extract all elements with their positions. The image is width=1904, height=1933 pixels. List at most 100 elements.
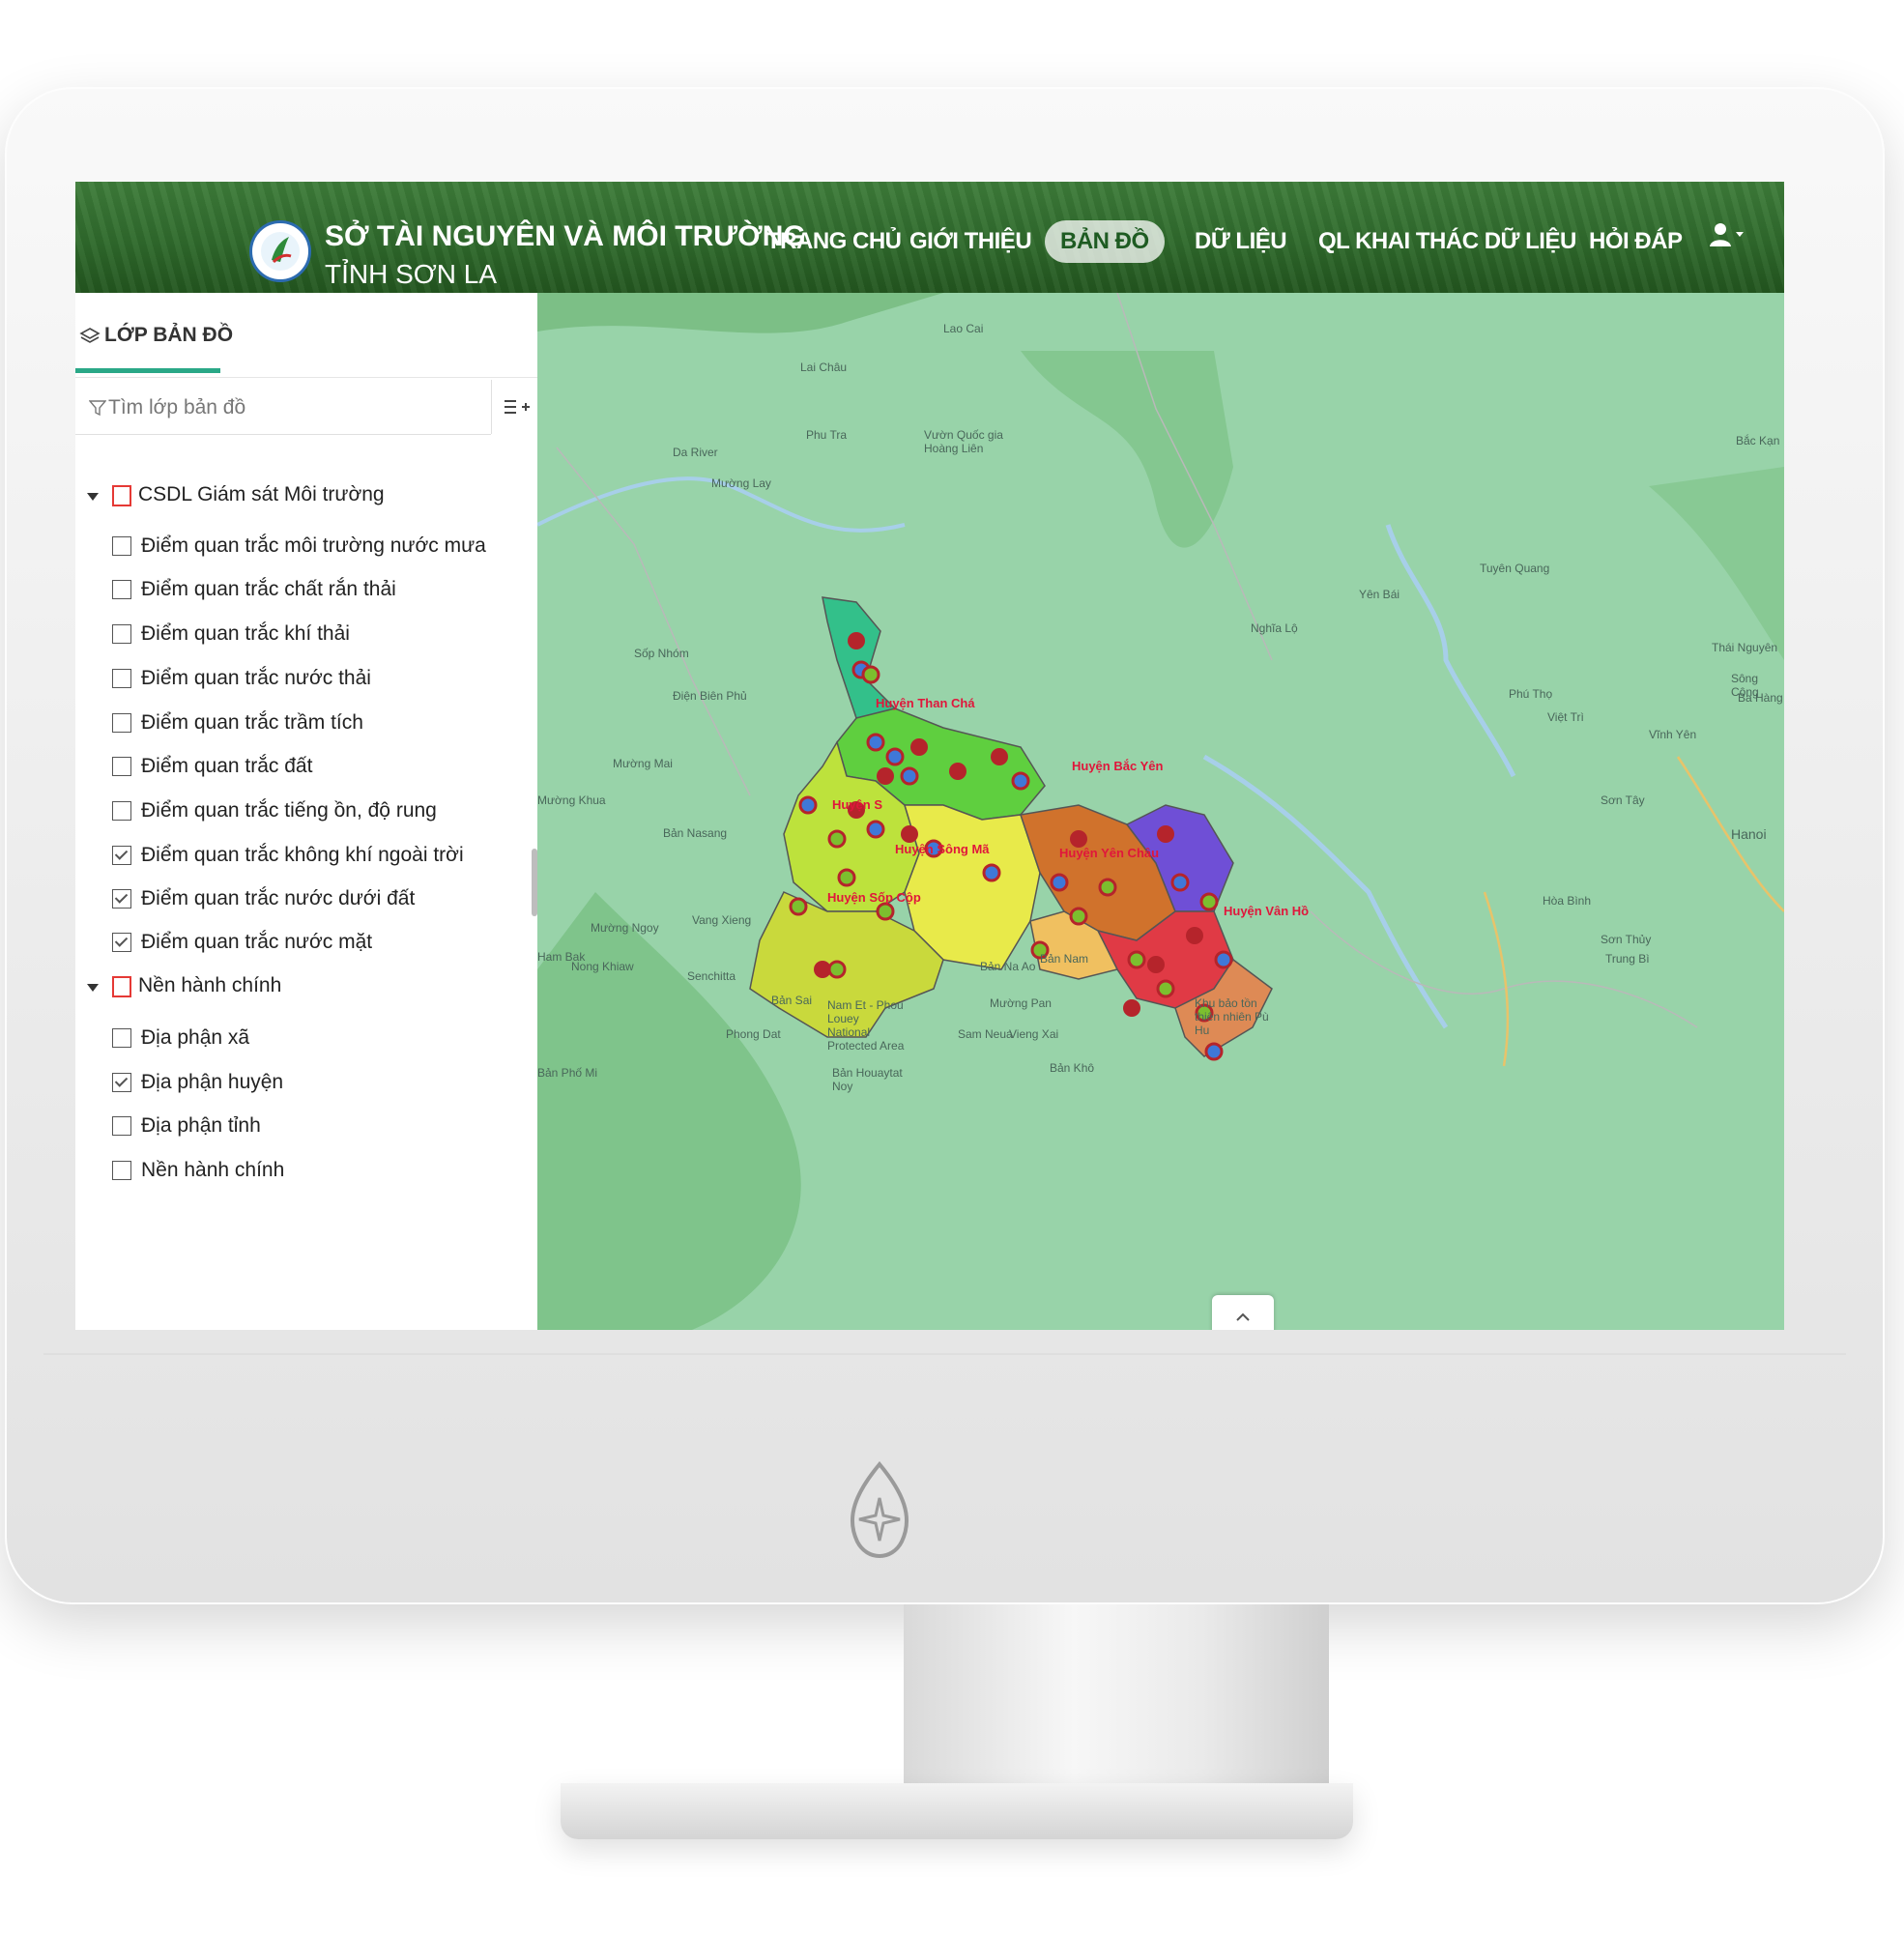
map-place-label: Ham Bak xyxy=(537,950,586,964)
map-canvas[interactable] xyxy=(537,293,1784,1330)
map-marker[interactable] xyxy=(866,820,885,839)
map-marker[interactable] xyxy=(900,766,919,786)
district-label: Huyện Sông Mã xyxy=(895,842,990,856)
map-place-label: Bản Khô xyxy=(1050,1061,1095,1075)
map-place-label: Sơn Thủy xyxy=(1601,933,1652,946)
map-marker[interactable] xyxy=(1170,873,1190,892)
map-marker[interactable] xyxy=(827,960,847,979)
monitor-stand-neck xyxy=(904,1604,1329,1807)
map-marker[interactable] xyxy=(885,747,905,766)
collapse-caret-icon[interactable] xyxy=(87,984,99,992)
layer-checkbox-dat[interactable] xyxy=(112,757,131,776)
layer-label: Điểm quan trắc nước dưới đất xyxy=(141,887,416,909)
map-marker[interactable] xyxy=(1050,873,1069,892)
layer-checkbox-dia-phan-huyen[interactable] xyxy=(112,1073,131,1092)
map-view[interactable]: Lao Cai Lai Châu Phu Tra Vườn Quốc gia H… xyxy=(537,293,1784,1330)
map-place-label: Phu Tra xyxy=(806,428,848,442)
expand-layers-button[interactable] xyxy=(491,380,538,434)
layer-label: Địa phận huyện xyxy=(141,1071,284,1093)
layer-checkbox-khong-khi[interactable] xyxy=(112,846,131,865)
map-marker[interactable] xyxy=(1186,927,1203,944)
map-place-label: Bản Nasang xyxy=(663,826,728,840)
map-marker[interactable] xyxy=(1127,950,1146,969)
layer-checkbox-nen-hanh-chinh[interactable] xyxy=(112,1161,131,1180)
group-label-nen-hanh-chinh: Nền hành chính xyxy=(138,974,282,996)
layer-label: Điểm quan trắc khí thải xyxy=(141,622,350,645)
layer-checkbox-tieng-on[interactable] xyxy=(112,801,131,821)
map-place-label: Sơn Tây xyxy=(1601,793,1645,807)
nav-ql-khai-thac-du-lieu[interactable]: QL KHAI THÁC DỮ LIỆU xyxy=(1318,228,1576,255)
map-marker[interactable] xyxy=(1011,771,1030,791)
filter-icon xyxy=(89,400,106,417)
map-marker[interactable] xyxy=(866,733,885,752)
map-marker[interactable] xyxy=(949,763,966,780)
nav-trang-chu[interactable]: TRANG CHỦ xyxy=(766,228,902,255)
map-marker[interactable] xyxy=(1098,878,1117,897)
map-marker[interactable] xyxy=(991,748,1008,765)
district-label: Huyện Sốp Cộp xyxy=(827,890,921,905)
map-marker[interactable] xyxy=(910,738,928,756)
layer-checkbox-nuoc-mat[interactable] xyxy=(112,933,131,952)
layer-checkbox-nuoc-duoi-dat[interactable] xyxy=(112,889,131,909)
map-marker[interactable] xyxy=(1069,907,1088,926)
map-marker[interactable] xyxy=(876,902,895,921)
map-marker[interactable] xyxy=(982,863,1001,882)
map-marker[interactable] xyxy=(861,665,880,684)
map-marker[interactable] xyxy=(1214,950,1233,969)
map-marker[interactable] xyxy=(848,632,865,649)
department-logo-icon xyxy=(261,232,300,271)
map-marker[interactable] xyxy=(901,825,918,843)
nav-gioi-thieu[interactable]: GIỚI THIỆU xyxy=(909,228,1032,255)
layer-search-placeholder: Tìm lớp bản đồ xyxy=(108,396,246,418)
map-place-label: Nghĩa Lộ xyxy=(1251,621,1298,635)
tab-divider xyxy=(75,377,537,378)
district-label: Huyện Bắc Yên xyxy=(1072,759,1164,773)
nav-hoi-dap[interactable]: HỎI ĐÁP xyxy=(1589,228,1683,255)
layer-checkbox-chat-ran-thai[interactable] xyxy=(112,580,131,599)
zoom-control-button[interactable] xyxy=(1212,1295,1274,1330)
nav-du-lieu[interactable]: DỮ LIỆU xyxy=(1195,228,1287,255)
map-place-label: Mường Lay xyxy=(711,476,771,490)
layer-checkbox-nuoc-thai[interactable] xyxy=(112,669,131,688)
map-marker[interactable] xyxy=(837,868,856,887)
monitor-stand-base xyxy=(561,1783,1353,1839)
layer-checkbox-dia-phan-tinh[interactable] xyxy=(112,1116,131,1136)
list-add-icon xyxy=(505,400,530,414)
map-marker[interactable] xyxy=(1156,979,1175,998)
screen: SỞ TÀI NGUYÊN VÀ MÔI TRƯỜNG TỈNH SƠN LA … xyxy=(75,182,1784,1330)
map-place-label: Senchitta xyxy=(687,969,736,983)
map-marker[interactable] xyxy=(877,767,894,785)
layer-checkbox-tram-tich[interactable] xyxy=(112,713,131,733)
active-tab-indicator xyxy=(75,368,220,373)
map-place-label: Vườn Quốc gia Hoàng Liên xyxy=(924,428,1003,455)
map-marker[interactable] xyxy=(1204,1042,1224,1061)
collapse-caret-icon[interactable] xyxy=(87,493,99,501)
layers-icon xyxy=(79,328,101,343)
map-marker[interactable] xyxy=(798,795,818,815)
layer-label: Điểm quan trắc không khí ngoài trời xyxy=(141,844,464,866)
layer-label: Điểm quan trắc môi trường nước mưa xyxy=(141,534,486,557)
map-marker[interactable] xyxy=(1147,956,1165,973)
map-marker[interactable] xyxy=(789,897,808,916)
layer-checkbox-dia-phan-xa[interactable] xyxy=(112,1028,131,1048)
map-marker[interactable] xyxy=(1123,999,1140,1017)
group-checkbox-csdl[interactable] xyxy=(112,485,131,506)
map-place-label: Mường Mai xyxy=(613,757,673,770)
department-logo[interactable] xyxy=(249,220,311,282)
map-place-label: Vang Xieng xyxy=(692,913,752,927)
org-name: SỞ TÀI NGUYÊN VÀ MÔI TRƯỜNG xyxy=(325,220,806,252)
layer-sidebar: LỚP BẢN ĐỒ Tìm lớp bản đồ CSDL Giám sát … xyxy=(75,304,537,1306)
map-place-label: Bản Houaytat Noy xyxy=(832,1066,903,1093)
map-marker[interactable] xyxy=(1157,825,1174,843)
map-place-label: Hanoi xyxy=(1731,826,1767,842)
layer-checkbox-khi-thai[interactable] xyxy=(112,624,131,644)
user-menu-icon[interactable] xyxy=(1709,220,1747,251)
map-marker[interactable] xyxy=(827,829,847,849)
layer-checkbox-nuoc-mua[interactable] xyxy=(112,536,131,556)
group-checkbox-nen-hanh-chinh[interactable] xyxy=(112,976,131,997)
nav-ban-do[interactable]: BẢN ĐỒ xyxy=(1045,220,1165,263)
map-place-label: Bản Na Ao xyxy=(980,960,1036,973)
map-marker[interactable] xyxy=(1199,892,1219,911)
org-subtitle: TỈNH SƠN LA xyxy=(325,259,498,289)
layer-label: Địa phận tỉnh xyxy=(141,1114,261,1137)
